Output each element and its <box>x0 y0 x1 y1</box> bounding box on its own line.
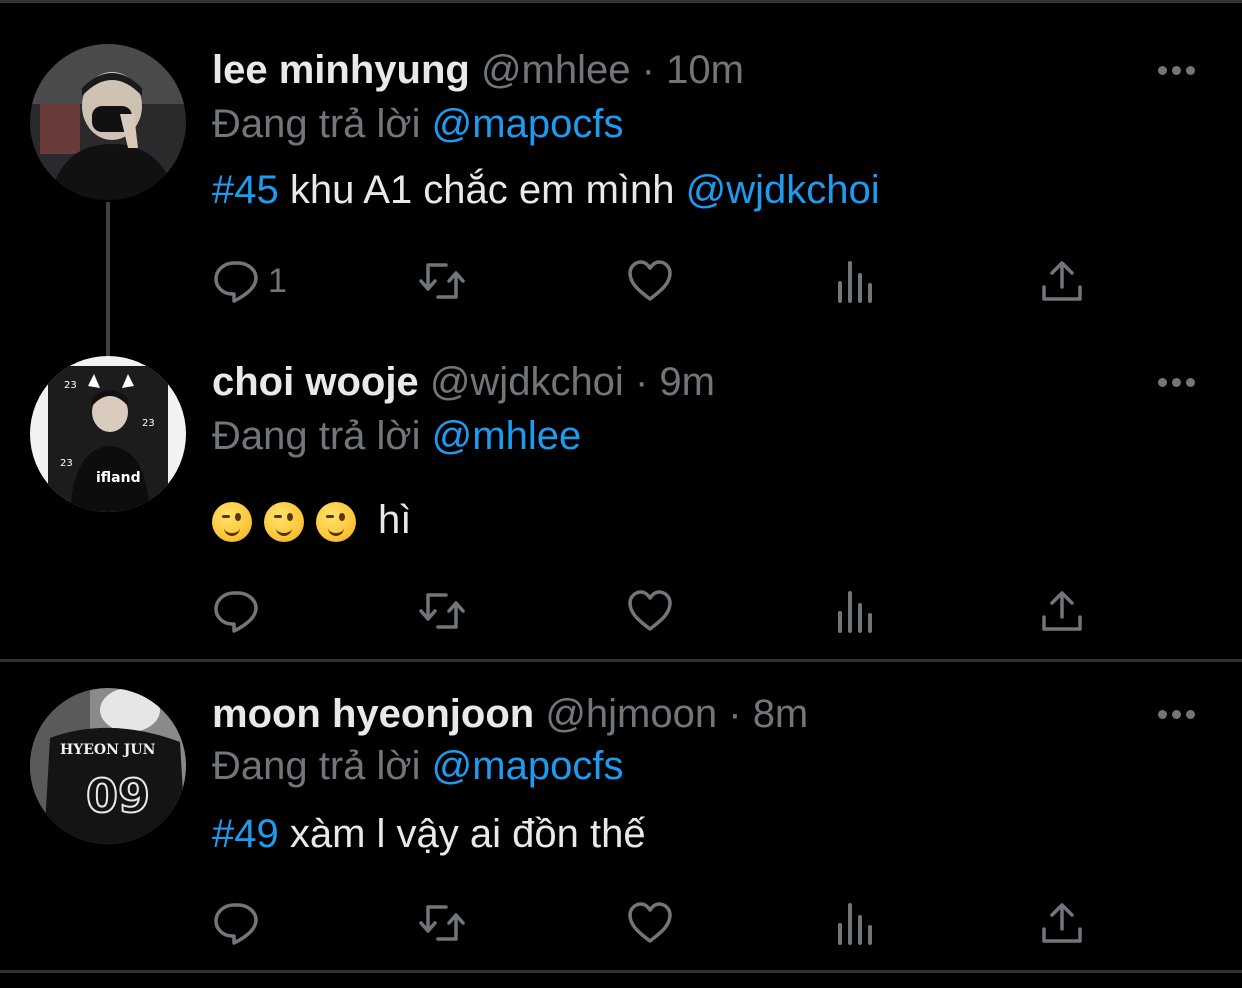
views-icon <box>838 903 872 945</box>
hashtag-link[interactable]: #49 <box>212 812 279 856</box>
like-button[interactable] <box>626 898 674 948</box>
tweet-divider <box>0 970 1242 973</box>
display-name[interactable]: moon hyeonjoon <box>212 692 534 736</box>
replying-label: Đang trả lời <box>212 744 421 788</box>
tweet-text: #49 xàm l vậy ai đồn thế <box>212 810 646 858</box>
jersey-name: HYEON JUN <box>60 742 156 758</box>
tweet-body: xàm l vậy ai đồn thế <box>278 812 646 856</box>
share-button[interactable] <box>1038 898 1086 948</box>
retweet-icon <box>419 905 465 941</box>
heart-icon <box>628 902 672 943</box>
avatar-moon-hyeonjoon[interactable]: HYEON JUN 09 <box>30 688 186 844</box>
replying-to: Đang trả lời @mapocfs <box>212 742 623 790</box>
retweet-button[interactable] <box>418 898 466 948</box>
tweet-header: moon hyeonjoon @hjmoon · 8m <box>212 690 808 738</box>
reply-button[interactable] <box>212 898 260 948</box>
separator: · <box>728 692 742 736</box>
action-bar <box>212 898 1112 948</box>
avatar-image: HYEON JUN 09 <box>30 688 186 844</box>
replying-mention[interactable]: @mapocfs <box>432 744 624 788</box>
handle[interactable]: @hjmoon <box>545 692 717 736</box>
timestamp[interactable]: 8m <box>753 692 809 736</box>
reply-icon <box>214 903 258 945</box>
share-icon <box>1042 903 1082 943</box>
more-icon[interactable] <box>1158 710 1198 722</box>
jersey-number: 09 <box>86 769 150 823</box>
views-button[interactable] <box>832 898 880 948</box>
tweet-3[interactable]: HYEON JUN 09 moon hyeonjoon @hjmoon · 8m… <box>0 0 1242 988</box>
